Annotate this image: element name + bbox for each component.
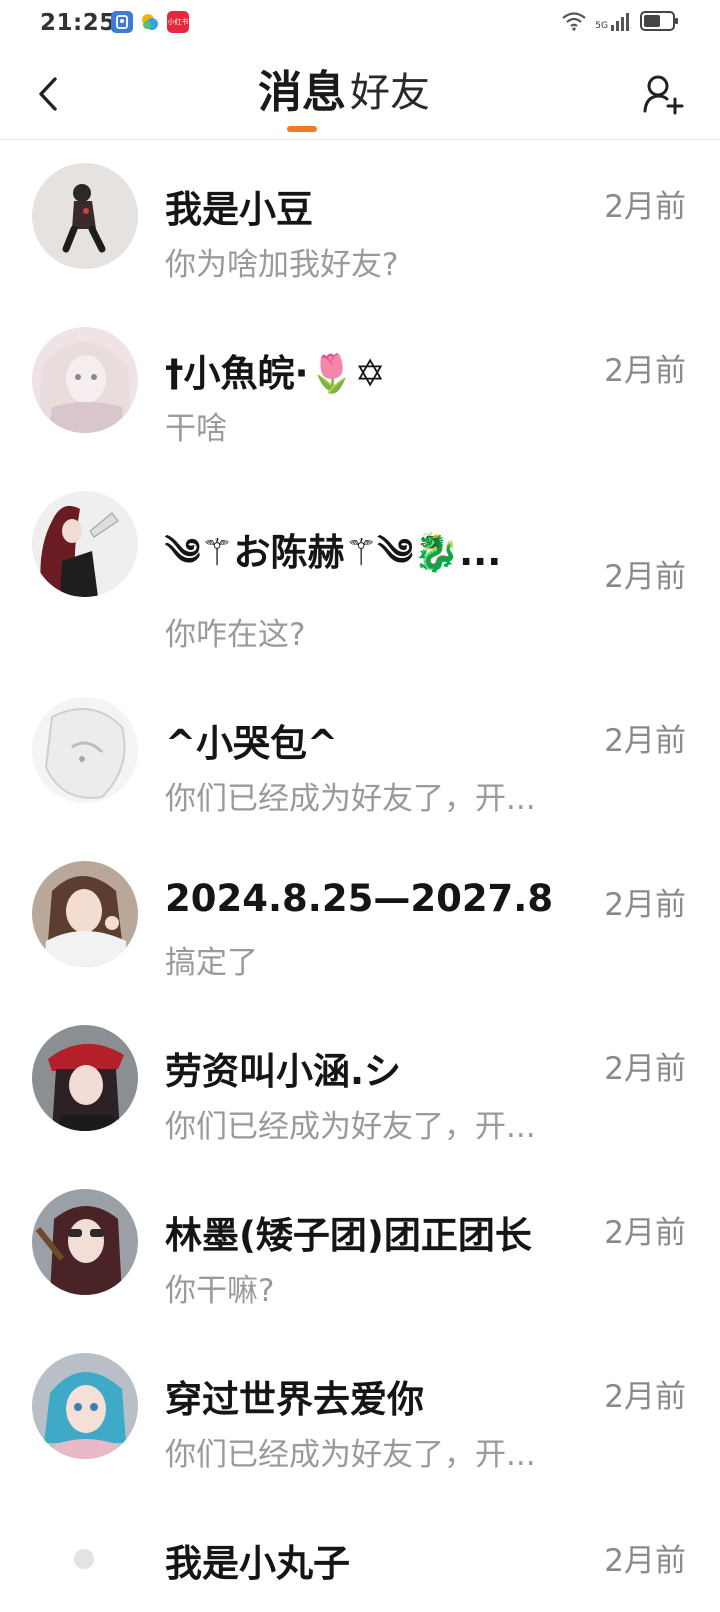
avatar-image (48, 1043, 124, 1131)
avatar-image (40, 505, 119, 597)
conversation-time: 2月前 (604, 1379, 686, 1415)
avatar-image (44, 1371, 126, 1459)
avatar[interactable] (32, 327, 138, 433)
conversation-time: 2月前 (604, 189, 686, 225)
xiaohongshu-app-icon: 小红书 (167, 11, 189, 33)
active-tab-indicator (287, 126, 317, 132)
conversation-row[interactable]: 我是小丸子 2月前 (0, 1495, 720, 1612)
avatar[interactable] (32, 163, 138, 269)
conversation-time: 2月前 (604, 353, 686, 389)
conversation-name: ༄⚚お陈赫⚚༄🐉... (165, 531, 502, 574)
signal-group: 5G (595, 11, 632, 31)
conversation-time: 2月前 (604, 1543, 686, 1579)
conversation-last-message: 你咋在这? (165, 617, 306, 653)
weather-app-icon (139, 11, 161, 33)
conversation-row[interactable]: 我是小豆 2月前 你为啥加我好友? (0, 141, 720, 305)
conversation-last-message: 你们已经成为好友了，开... (165, 1437, 536, 1473)
conversation-name: 穿过世界去爱你 (165, 1378, 424, 1421)
avatar[interactable] (32, 1517, 138, 1612)
conversation-row[interactable]: 穿过世界去爱你 2月前 你们已经成为好友了，开... (0, 1331, 720, 1495)
conversation-list: 我是小豆 2月前 你为啥加我好友? †小魚皖·🌷✡ 2月前 干啥 ༄⚚お陈赫⚚༄… (0, 141, 720, 1612)
conversation-last-message: 干啥 (165, 411, 227, 447)
avatar[interactable] (32, 861, 138, 967)
avatar[interactable] (32, 1025, 138, 1131)
chevron-left-icon (39, 77, 57, 111)
avatar-image (38, 342, 132, 433)
conversation-time: 2月前 (604, 723, 686, 759)
conversation-time: 2月前 (604, 887, 686, 923)
status-indicators: 5G (561, 10, 680, 32)
conversation-name: 我是小豆 (165, 188, 313, 231)
avatar[interactable] (32, 697, 138, 803)
conversation-last-message: 你们已经成为好友了，开... (165, 1109, 536, 1145)
conversation-time: 2月前 (604, 1215, 686, 1251)
conversation-name: †小魚皖·🌷✡ (165, 352, 386, 395)
tab-bar: 消息 好友 (258, 62, 430, 132)
add-friend-button[interactable] (640, 70, 686, 118)
status-app-icons: 小红书 (111, 11, 189, 33)
tab-messages-label: 消息 (258, 67, 346, 118)
tab-friends[interactable]: 好友 (350, 62, 430, 132)
conversation-row[interactable]: †小魚皖·🌷✡ 2月前 干啥 (0, 305, 720, 469)
conversation-name: ^小哭包^ (165, 722, 339, 765)
back-button[interactable] (28, 70, 68, 118)
conversation-row[interactable]: 劳资叫小涵.シ 2月前 你们已经成为好友了，开... (0, 1003, 720, 1167)
header: 消息 好友 (0, 48, 720, 140)
signal-icon (611, 13, 629, 31)
tab-friends-label: 好友 (350, 70, 430, 116)
conversation-time: 2月前 (604, 1051, 686, 1087)
conversation-row[interactable]: 林墨(矮子团)团正团长 2月前 你干嘛? (0, 1167, 720, 1331)
conversation-last-message: 你为啥加我好友? (165, 247, 399, 283)
conversation-name: 林墨(矮子团)团正团长 (165, 1214, 532, 1257)
conversation-time: 2月前 (604, 559, 686, 595)
conversation-row[interactable]: ^小哭包^ 2月前 你们已经成为好友了，开... (0, 675, 720, 839)
conversation-row[interactable]: ༄⚚お陈赫⚚༄🐉... 2月前 你咋在这? (0, 469, 720, 675)
avatar[interactable] (32, 1353, 138, 1459)
xiaohongshu-app-label: 小红书 (167, 18, 189, 26)
avatar-image (44, 708, 126, 799)
avatar-image (74, 1549, 94, 1569)
battery-icon (640, 11, 678, 31)
avatar-image (44, 876, 126, 967)
conversation-last-message: 你干嘛? (165, 1273, 275, 1309)
conversation-name: 劳资叫小涵.シ (165, 1050, 402, 1093)
tab-messages[interactable]: 消息 (258, 62, 346, 132)
avatar-image (35, 1206, 122, 1295)
conversation-last-message: 搞定了 (165, 945, 258, 981)
avatar-image (62, 184, 106, 253)
cards-app-icon (111, 11, 133, 33)
conversation-name: 2024.8.25—2027.8 (165, 877, 554, 920)
status-time: 21:25 (40, 10, 116, 36)
conversation-name: 我是小丸子 (165, 1542, 350, 1585)
wifi-icon (562, 12, 586, 31)
status-bar: 21:25 小红书 5G (0, 0, 720, 48)
avatar[interactable] (32, 1189, 138, 1295)
network-type: 5G (595, 21, 608, 31)
conversation-last-message: 你们已经成为好友了，开... (165, 781, 536, 817)
add-user-icon (643, 75, 684, 115)
conversation-row[interactable]: 2024.8.25—2027.8 2月前 搞定了 (0, 839, 720, 1003)
avatar[interactable] (32, 491, 138, 597)
